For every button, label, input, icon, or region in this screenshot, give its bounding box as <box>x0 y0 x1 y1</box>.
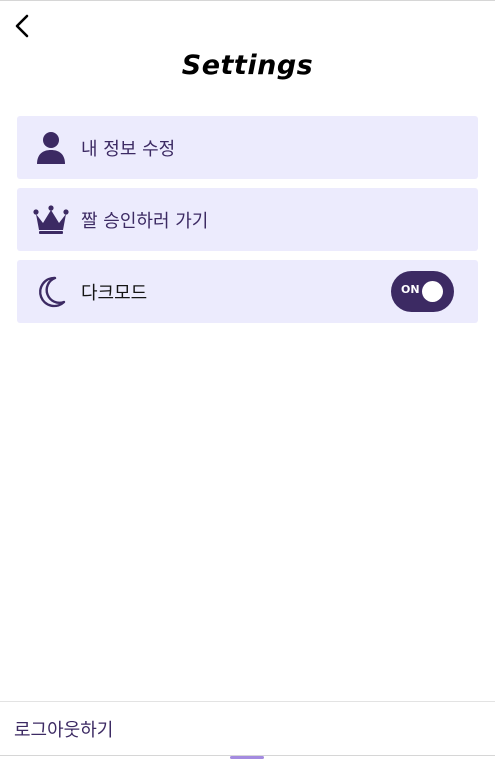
toggle-state-text: ON <box>401 283 420 296</box>
settings-list: 내 정보 수정 짤 승인하러 가기 다크모드 ON <box>17 116 478 332</box>
chevron-left-icon <box>15 14 29 38</box>
settings-item-label: 짤 승인하러 가기 <box>81 210 209 232</box>
footer-divider <box>0 701 495 702</box>
crown-icon <box>33 202 69 238</box>
settings-item-label: 다크모드 <box>81 282 148 304</box>
settings-item-approve-memes[interactable]: 짤 승인하러 가기 <box>17 188 478 251</box>
settings-item-dark-mode: 다크모드 ON <box>17 260 478 323</box>
page-title: Settings <box>181 50 314 81</box>
logout-button[interactable]: 로그아웃하기 <box>14 716 113 742</box>
user-icon <box>33 130 69 166</box>
dark-mode-toggle[interactable]: ON <box>391 271 454 312</box>
moon-icon <box>33 274 69 310</box>
back-button[interactable] <box>10 12 34 40</box>
top-divider <box>0 0 495 1</box>
settings-item-label: 내 정보 수정 <box>81 138 176 160</box>
toggle-knob <box>422 281 443 302</box>
settings-item-edit-profile[interactable]: 내 정보 수정 <box>17 116 478 179</box>
